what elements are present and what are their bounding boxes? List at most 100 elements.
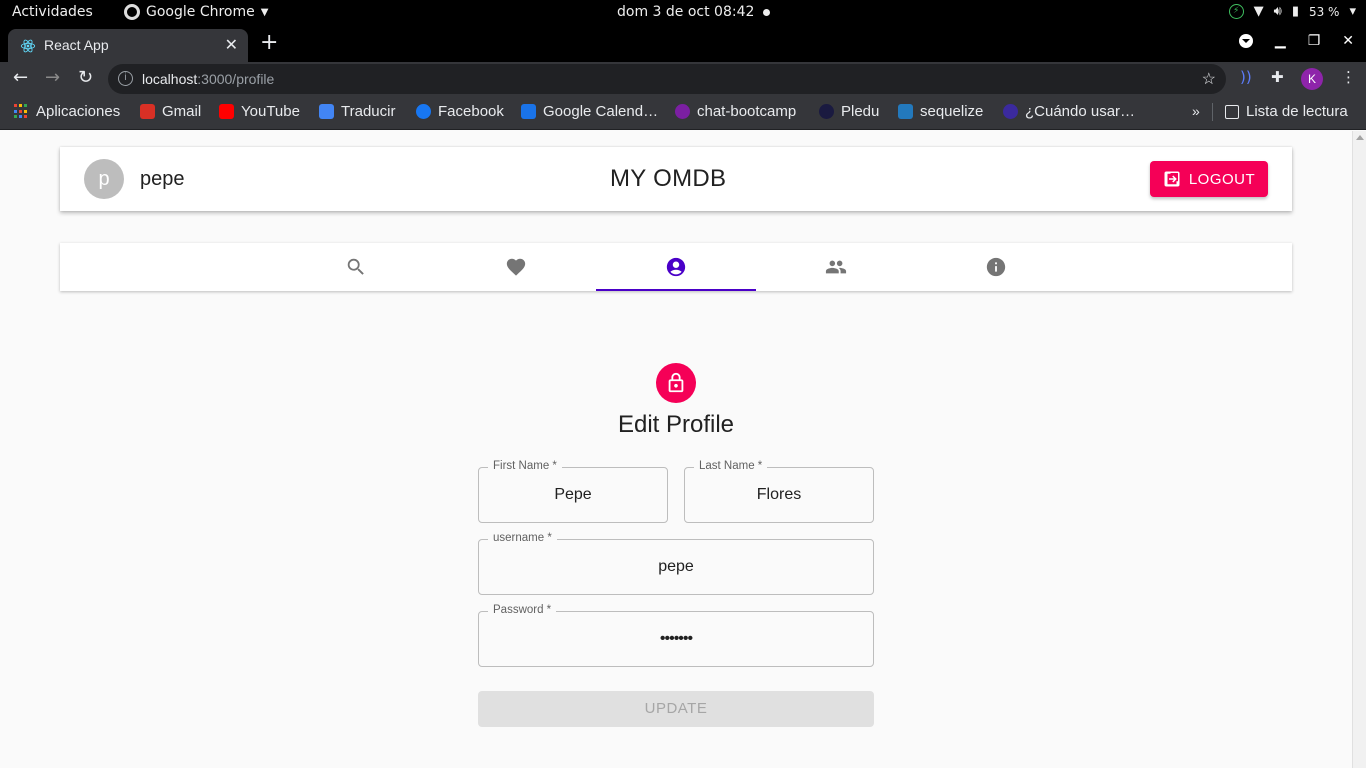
chat-icon <box>675 104 690 119</box>
scrollbar[interactable] <box>1352 131 1366 768</box>
info-icon <box>986 257 1006 277</box>
logout-icon <box>1164 171 1180 187</box>
tab-profile[interactable] <box>596 243 756 291</box>
facebook-icon <box>416 104 431 119</box>
lock-avatar <box>656 363 696 403</box>
power-icon: ⚡ <box>1228 4 1244 19</box>
extension-cast-icon[interactable]: )) <box>1240 68 1252 86</box>
divider <box>1212 103 1213 121</box>
clock[interactable]: dom 3 de oct 08:42 <box>617 4 754 20</box>
bookmark-gmail[interactable]: Gmail <box>140 103 201 120</box>
bookmark-pledu[interactable]: Pledu <box>819 103 879 120</box>
bookmark-sequelize[interactable]: sequelize <box>898 103 983 120</box>
url-text: localhost:3000/profile <box>142 71 275 87</box>
bookmark-label: Gmail <box>162 103 202 120</box>
logout-button[interactable]: LOGOUT <box>1150 161 1268 197</box>
last-name-label: Last Name * <box>694 460 768 472</box>
bookmark-label: ¿Cuándo usar… <box>1025 103 1136 120</box>
avatar: p <box>84 159 124 199</box>
gmail-icon <box>140 104 155 119</box>
new-tab-button[interactable]: + <box>260 31 278 55</box>
info-icon[interactable]: i <box>118 71 133 86</box>
pledu-icon <box>819 104 834 119</box>
battery-level: 53 % <box>1308 4 1340 19</box>
bookmark-traducir[interactable]: Traducir <box>319 103 395 120</box>
chevron-down-icon: ▾ <box>1349 4 1356 19</box>
activities-button[interactable]: Actividades <box>12 4 93 20</box>
bookmark-label: YouTube <box>241 103 300 120</box>
reading-list-button[interactable]: Lista de lectura <box>1225 103 1348 120</box>
bookmark-label: Traducir <box>341 103 396 120</box>
heart-icon <box>506 258 526 276</box>
first-name-label: First Name * <box>488 460 562 472</box>
username-label: username * <box>488 532 557 544</box>
bookmark-star-icon[interactable]: ☆ <box>1202 69 1216 89</box>
reload-icon[interactable]: ↻ <box>78 67 93 89</box>
bookmark-google-calendar[interactable]: Google Calend… <box>521 103 658 120</box>
forward-icon[interactable]: → <box>45 67 60 89</box>
caret-down-icon: ▼ <box>260 6 269 18</box>
update-button[interactable]: UPDATE <box>478 691 874 727</box>
password-field[interactable]: Password * ••••••• <box>478 604 874 667</box>
more-bookmarks-icon[interactable]: » <box>1192 103 1200 119</box>
system-tray[interactable]: ⚡ ▼ 🔊︎ ▮ 53 % ▾ <box>1228 4 1356 19</box>
reading-list-icon <box>1225 104 1239 119</box>
form-title: Edit Profile <box>617 411 735 438</box>
tab-strip: React App ✕ <box>0 27 1366 62</box>
people-icon <box>825 260 847 274</box>
tab-title: React App <box>44 37 109 53</box>
bookmarks-bar: Aplicaciones Gmail YouTube Traducir Face… <box>0 95 1366 130</box>
scroll-up-icon[interactable] <box>1356 135 1364 140</box>
bookmark-facebook[interactable]: Facebook <box>416 103 504 120</box>
browser-toolbar: ← → ↻ i localhost:3000/profile ☆ )) ✚ K … <box>0 62 1366 95</box>
close-window-icon[interactable]: ✕ <box>1342 33 1354 49</box>
bookmark-label: sequelize <box>920 103 984 120</box>
react-icon <box>20 39 36 53</box>
logout-label: LOGOUT <box>1188 170 1256 188</box>
close-icon[interactable]: ✕ <box>225 35 238 55</box>
password-label: Password * <box>488 604 557 616</box>
header-username: pepe <box>140 168 185 190</box>
kebab-menu-icon[interactable]: ⋮ <box>1341 68 1356 86</box>
maximize-icon[interactable]: ❐ <box>1308 33 1321 49</box>
last-name-field[interactable]: Last Name * Flores <box>684 460 874 523</box>
app-header: p pepe MY OMDB LOGOUT <box>60 147 1292 211</box>
nav-tabs <box>60 243 1292 291</box>
bookmark-label: Facebook <box>438 103 504 120</box>
tab-users[interactable] <box>756 243 916 291</box>
system-top-bar: Actividades Google Chrome ▼ dom 3 de oct… <box>0 0 1366 27</box>
bookmark-label: chat-bootcamp <box>697 103 797 120</box>
window-controls: ▁ ❐ ✕ <box>1238 33 1354 49</box>
site-icon <box>1003 104 1018 119</box>
puzzle-extension-icon[interactable]: ✚ <box>1271 68 1284 86</box>
battery-icon: ▮ <box>1291 4 1299 19</box>
bookmark-chat-bootcamp[interactable]: chat-bootcamp <box>675 103 796 120</box>
minimize-icon[interactable]: ▁ <box>1275 33 1286 49</box>
tab-search-icon[interactable] <box>1238 34 1253 48</box>
notification-dot-icon <box>763 9 770 16</box>
address-bar[interactable]: i localhost:3000/profile ☆ <box>108 64 1226 94</box>
tab-info[interactable] <box>916 243 1076 291</box>
bookmark-cuando-usar[interactable]: ¿Cuándo usar… <box>1003 103 1135 120</box>
bookmark-youtube[interactable]: YouTube <box>219 103 300 120</box>
tab-favorites[interactable] <box>436 243 596 291</box>
page-title: MY OMDB <box>610 165 727 192</box>
bookmark-apps[interactable]: Aplicaciones <box>14 103 120 120</box>
sequelize-icon <box>898 104 913 119</box>
first-name-field[interactable]: First Name * Pepe <box>478 460 668 523</box>
first-name-value: Pepe <box>554 486 592 503</box>
tab-search[interactable] <box>276 243 436 291</box>
back-icon[interactable]: ← <box>13 67 28 89</box>
profile-avatar[interactable]: K <box>1301 68 1323 90</box>
app-menu[interactable]: Google Chrome ▼ <box>124 4 268 20</box>
bookmark-label: Google Calend… <box>543 103 659 120</box>
account-circle-icon <box>666 257 686 277</box>
last-name-value: Flores <box>756 486 802 503</box>
apps-grid-icon <box>14 104 29 119</box>
volume-icon: 🔊︎ <box>1273 4 1282 19</box>
username-field[interactable]: username * pepe <box>478 532 874 595</box>
page-content: p pepe MY OMDB LOGOUT Edit Profile First… <box>0 131 1352 768</box>
search-icon <box>347 258 364 275</box>
youtube-icon <box>219 104 234 119</box>
browser-tab[interactable]: React App ✕ <box>8 29 248 62</box>
